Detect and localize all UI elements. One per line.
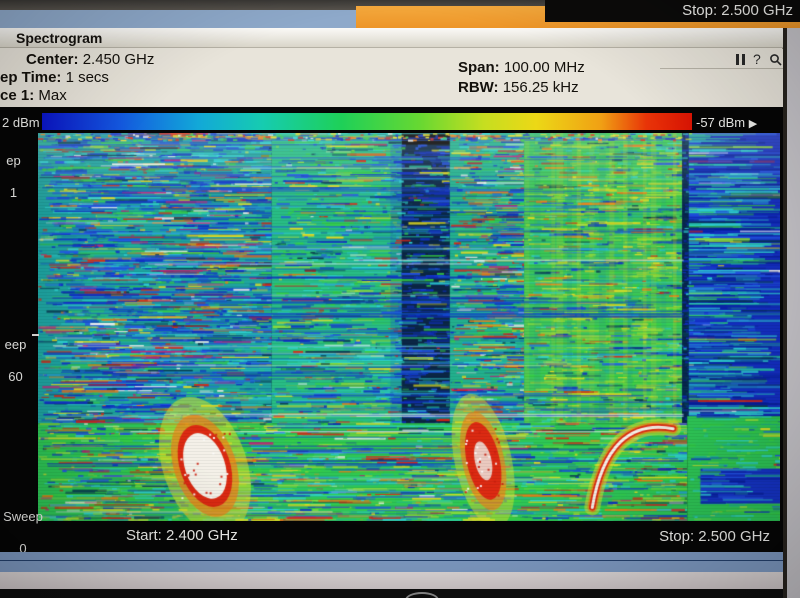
window-title-bar[interactable]: Spectrogram (0, 28, 783, 48)
analyzer-screen-photo: Stop: 2.500 GHz Spectrogram Center: 2.45… (0, 0, 800, 598)
span-value: 100.00 MHz (503, 59, 585, 76)
window-title: Spectrogram (16, 30, 103, 46)
sweep-tick-bottom-text: Sweep (3, 509, 43, 524)
colorbar-max-label: -57 dBm ▶ (696, 115, 757, 130)
colorbar-arrow-icon: ▶ (748, 118, 758, 130)
sweep-tick-mid-num: 60 (8, 369, 23, 384)
sweep-time-label: ep Time: (0, 69, 62, 86)
center-value: 2.450 GHz (82, 51, 155, 68)
center-label: Center: (26, 51, 79, 68)
rbw-value: 156.25 kHz (502, 79, 579, 96)
monitor-frame-right (783, 28, 800, 598)
sweep-time-readout: ep Time: 1 secs (0, 69, 109, 86)
sweep-tick-mark (32, 334, 39, 336)
top-blue-band (0, 10, 360, 28)
stop-frequency-banner: Stop: 2.500 GHz (545, 0, 800, 22)
stop-banner-text: Stop: 2.500 GHz (682, 2, 793, 19)
trace-value: Max (38, 87, 67, 104)
rbw-readout: RBW: 156.25 kHz (458, 79, 579, 96)
colorbar-gradient (42, 113, 692, 130)
sweep-tick-top: ep 1 (0, 137, 27, 201)
controls-underline (660, 68, 783, 69)
sweep-tick-mid: eep 60 (0, 321, 31, 385)
monitor-bezel-bottom (0, 572, 783, 589)
desktop-blue-band (0, 552, 783, 572)
colorbar-min-label: 2 dBm (2, 115, 40, 130)
monitor-chin (0, 589, 783, 598)
desktop-band-line (0, 560, 783, 561)
sweep-tick-top-num: 1 (9, 185, 18, 200)
center-frequency-readout: Center: 2.450 GHz (26, 51, 154, 68)
spectrogram-canvas[interactable] (38, 133, 780, 521)
info-panel: Center: 2.450 GHz ep Time: 1 secs ce 1: … (0, 49, 800, 107)
trace-readout: ce 1: Max (0, 87, 67, 104)
colorbar-max-text: -57 dBm (696, 115, 746, 130)
stop-frequency-label: Stop: 2.500 GHz (659, 528, 770, 545)
spectrogram-window: Spectrogram Center: 2.450 GHz ep Time: 1… (0, 28, 800, 556)
span-label: Span: (458, 59, 500, 76)
start-frequency-label: Start: 2.400 GHz (126, 527, 238, 544)
help-icon[interactable]: ? (753, 51, 761, 67)
power-button (405, 592, 439, 598)
magnifier-icon[interactable] (769, 53, 782, 66)
sweep-tick-bottom: Sweep 0 (0, 493, 46, 557)
sweep-time-value: 1 secs (65, 69, 109, 86)
sweep-tick-mid-text: eep (4, 337, 27, 352)
sweep-tick-top-text: ep (6, 153, 21, 168)
trace-label: ce 1: (0, 87, 35, 104)
span-readout: Span: 100.00 MHz (458, 59, 585, 76)
rbw-label: RBW: (458, 79, 499, 96)
plot-region: 2 dBm -57 dBm ▶ ep 1 eep 60 Sweep 0 Star… (0, 107, 783, 556)
pause-icon[interactable] (736, 53, 745, 65)
